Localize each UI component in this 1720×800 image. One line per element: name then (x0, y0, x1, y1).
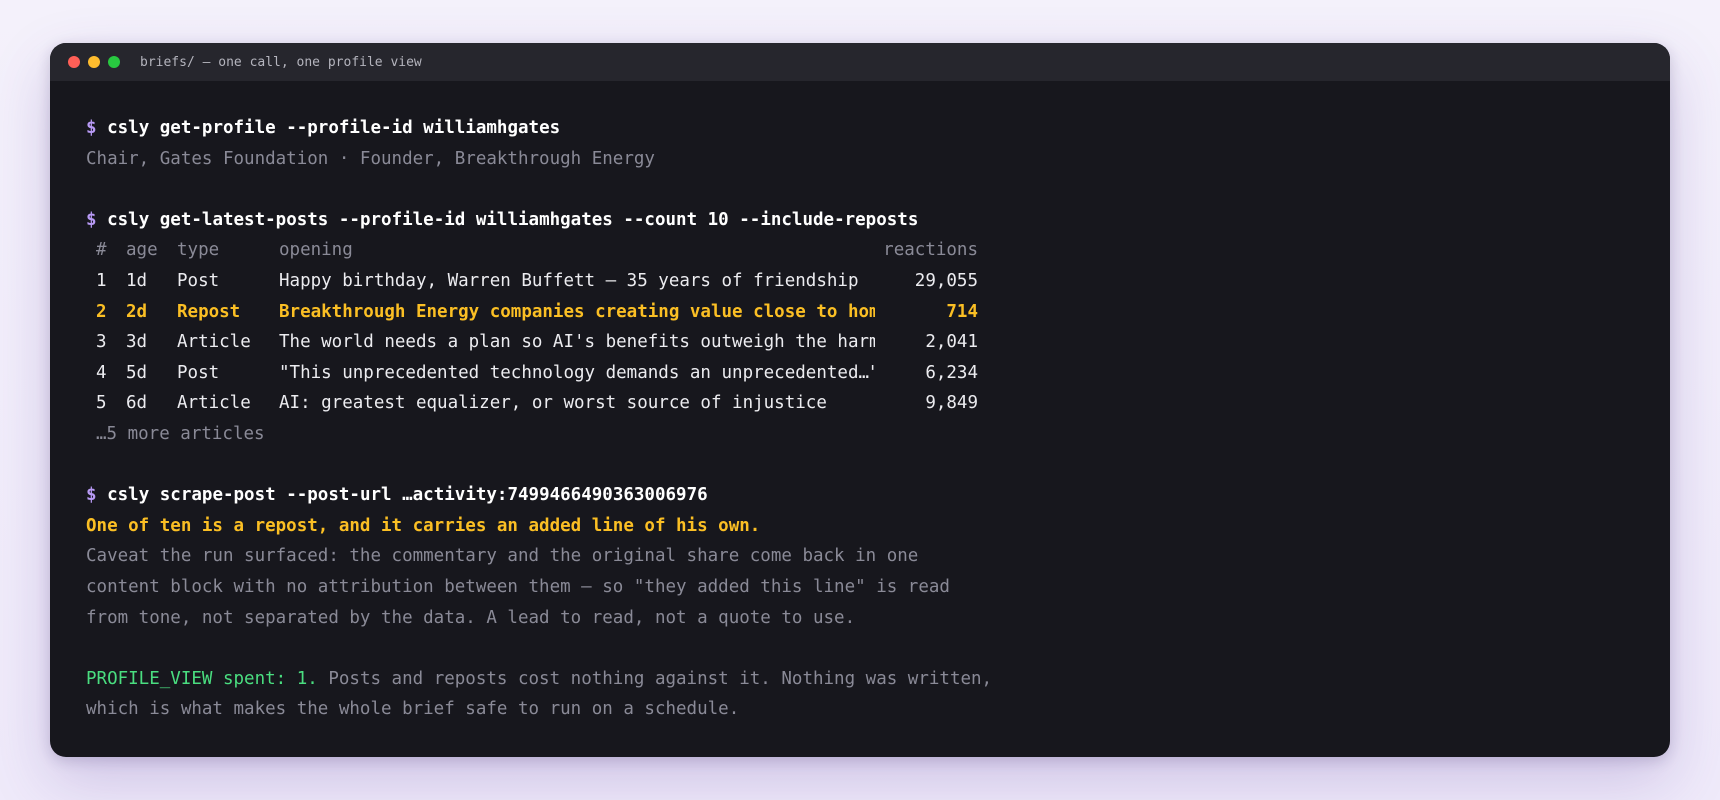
row-age: 6d (126, 393, 148, 414)
row-age: 5d (126, 362, 148, 383)
row-opening: The world needs a plan so AI's benefits … (279, 332, 875, 353)
caveat-line-2: content block with no attribution betwee… (86, 576, 950, 597)
command-line-get-profile: $ csly get-profile --profile-id williamh… (86, 113, 1670, 144)
row-reactions: 29,055 (914, 270, 978, 291)
table-row: 5 6d Article AI: greatest equalizer, or … (96, 388, 1670, 419)
summary-text: Posts and reposts cost nothing against i… (317, 668, 993, 689)
prompt-symbol: $ (86, 485, 97, 506)
window-title: briefs/ — one call, one profile view (140, 54, 422, 70)
row-age: 3d (126, 332, 148, 353)
column-header-opening: opening (279, 240, 353, 261)
table-row: 1 1d Post Happy birthday, Warren Buffett… (96, 266, 1670, 297)
row-num: 5 (96, 393, 107, 414)
command-text: csly get-latest-posts --profile-id willi… (107, 209, 919, 230)
row-num: 3 (96, 332, 107, 353)
row-type: Repost (177, 301, 241, 322)
profile-view-summary-line-2: which is what makes the whole brief safe… (86, 699, 740, 720)
maximize-window-button[interactable] (108, 56, 120, 68)
row-reactions: 9,849 (925, 393, 978, 414)
table-row: 3 3d Article The world needs a plan so A… (96, 327, 1670, 358)
finding-text: One of ten is a repost, and it carries a… (86, 515, 761, 536)
caveat-line-1: Caveat the run surfaced: the commentary … (86, 546, 919, 567)
more-articles-note: …5 more articles (96, 423, 265, 444)
row-opening: AI: greatest equalizer, or worst source … (279, 393, 827, 414)
row-opening: Happy birthday, Warren Buffett — 35 year… (279, 270, 859, 291)
row-age: 2d (126, 301, 148, 322)
column-header-age: age (126, 240, 158, 261)
prompt-symbol: $ (86, 209, 97, 230)
close-window-button[interactable] (68, 56, 80, 68)
profile-view-spent-label: PROFILE_VIEW spent: 1. (86, 668, 318, 689)
caveat-line-3: from tone, not separated by the data. A … (86, 607, 856, 628)
row-age: 1d (126, 270, 148, 291)
column-header-type: type (177, 240, 220, 261)
terminal-window: briefs/ — one call, one profile view $ c… (50, 43, 1670, 757)
table-row-highlighted: 2 2d Repost Breakthrough Energy companie… (96, 297, 1670, 328)
table-row: 4 5d Post "This unprecedented technology… (96, 358, 1670, 389)
row-type: Post (177, 270, 220, 291)
command-text: csly get-profile --profile-id williamhga… (107, 118, 561, 138)
row-type: Article (177, 393, 251, 414)
row-type: Article (177, 332, 251, 353)
row-reactions: 2,041 (925, 332, 978, 353)
row-opening: Breakthrough Energy companies creating v… (279, 301, 875, 322)
column-header-num: # (96, 240, 107, 261)
command-line-get-latest-posts: $ csly get-latest-posts --profile-id wil… (86, 205, 1670, 236)
title-bar: briefs/ — one call, one profile view (50, 43, 1670, 81)
table-header-row: # age type opening reactions (96, 235, 1670, 266)
profile-headline: Chair, Gates Foundation · Founder, Break… (86, 148, 655, 169)
minimize-window-button[interactable] (88, 56, 100, 68)
row-opening: "This unprecedented technology demands a… (279, 362, 875, 383)
posts-table: # age type opening reactions 1 1d Post H… (86, 235, 1670, 419)
row-reactions: 714 (946, 301, 978, 322)
column-header-reactions: reactions (883, 240, 978, 261)
row-num: 1 (96, 270, 107, 291)
terminal-output[interactable]: $ csly get-profile --profile-id williamh… (50, 81, 1670, 725)
prompt-symbol: $ (86, 118, 97, 138)
command-line-scrape-post: $ csly scrape-post --post-url …activity:… (86, 480, 1670, 511)
row-num: 4 (96, 362, 107, 383)
row-reactions: 6,234 (925, 362, 978, 383)
row-type: Post (177, 362, 220, 383)
command-text: csly scrape-post --post-url …activity:74… (107, 485, 708, 506)
profile-view-summary-line-1: PROFILE_VIEW spent: 1. Posts and reposts… (86, 664, 1670, 695)
row-num: 2 (96, 301, 107, 322)
